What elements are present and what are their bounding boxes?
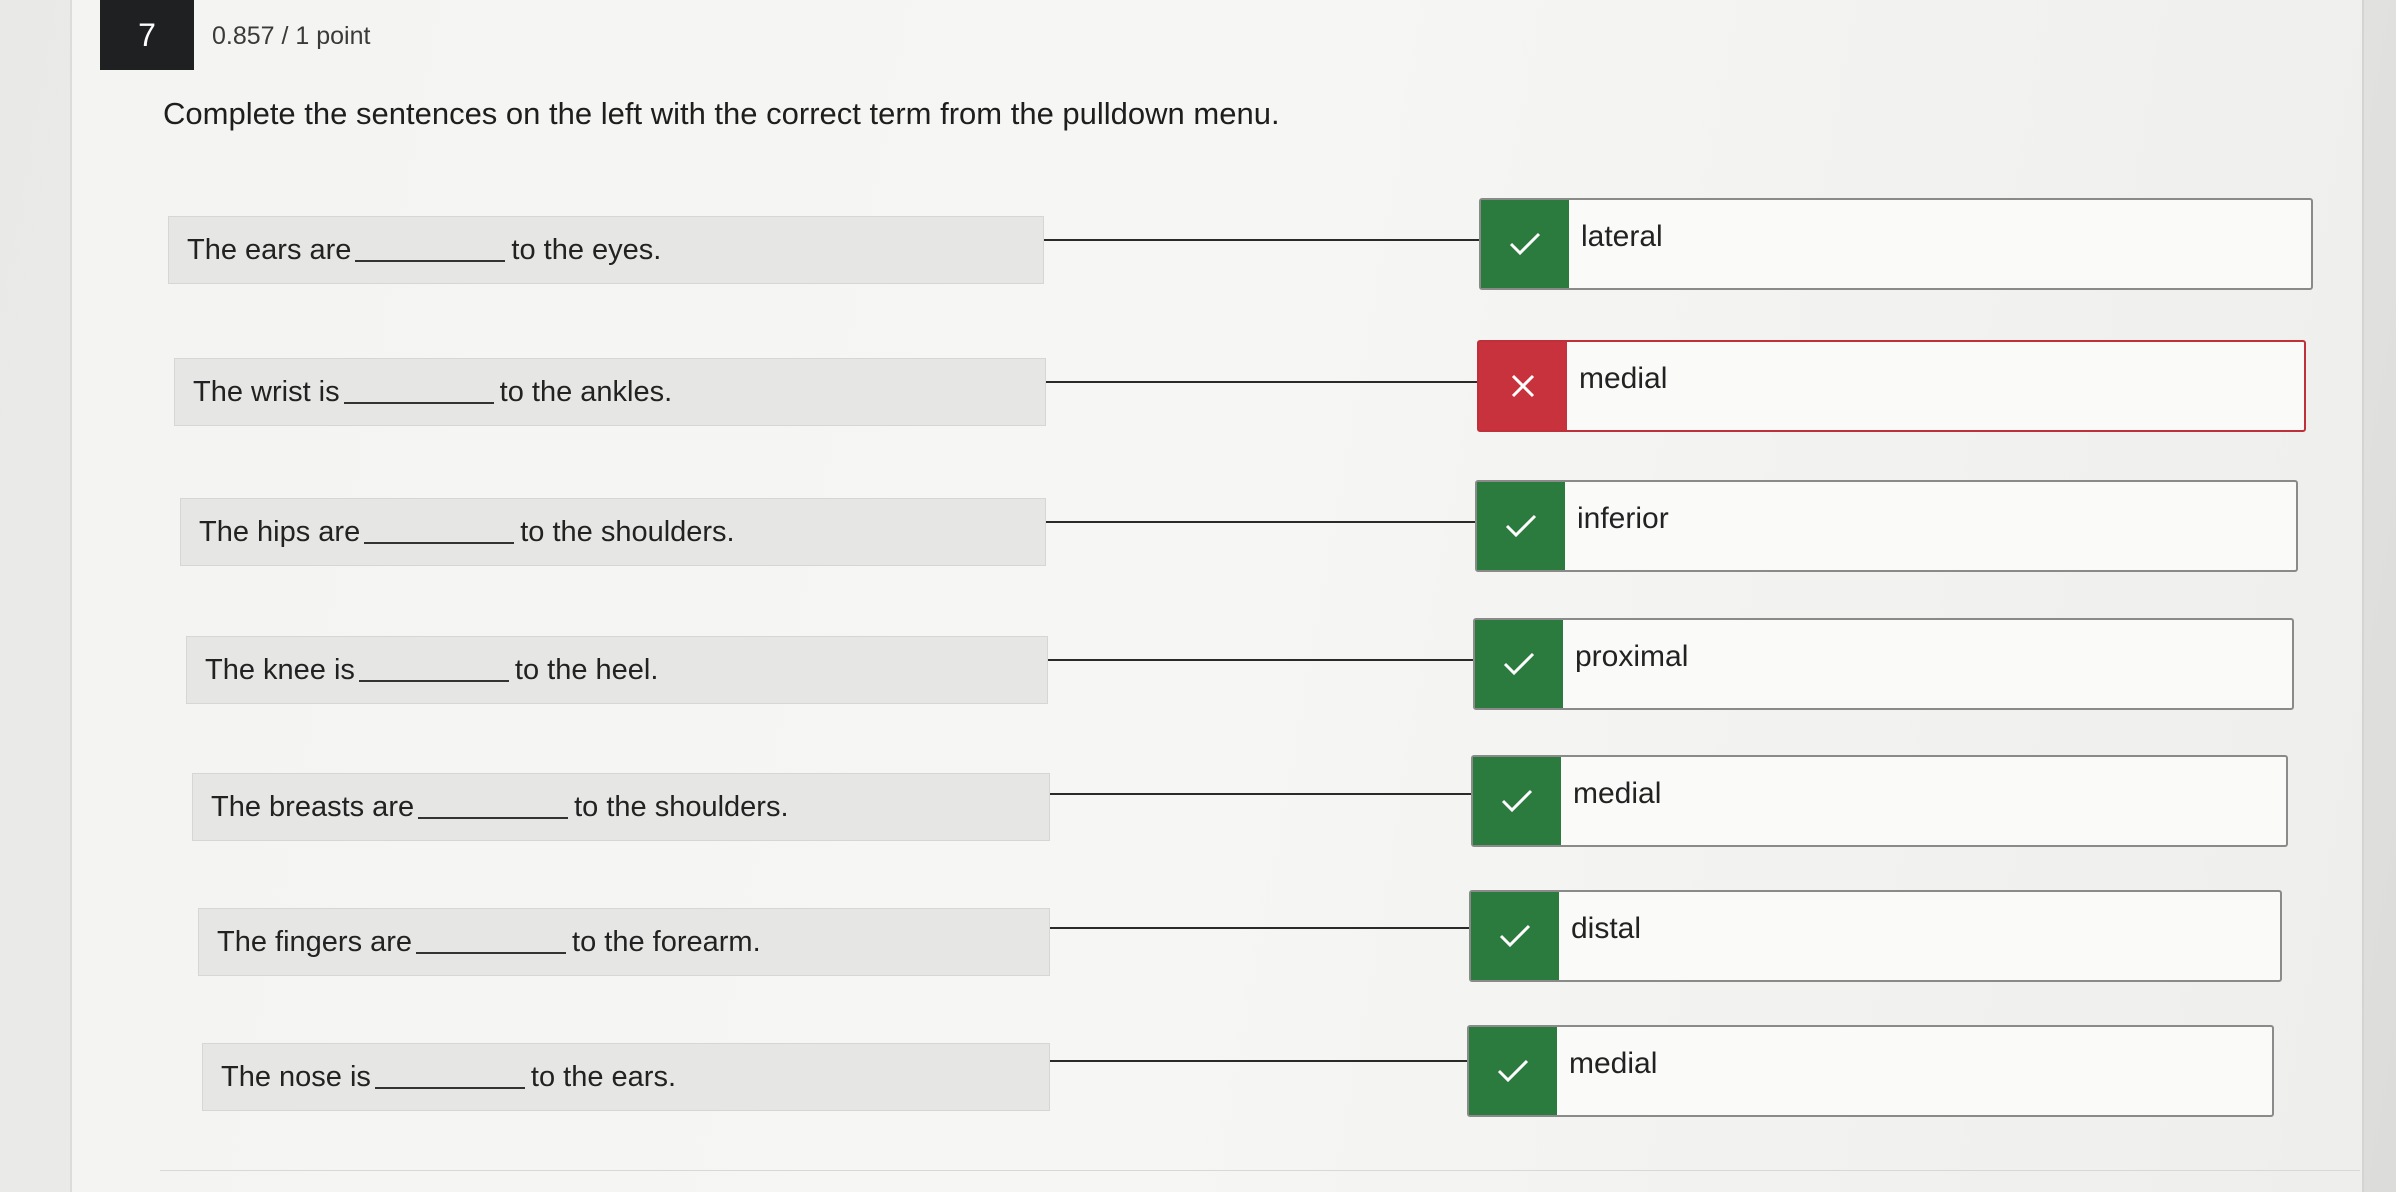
check-icon [1501,789,1533,813]
sentence-start: The wrist is [193,375,340,408]
correct-status [1477,482,1565,570]
sentence-blank [358,658,509,682]
correct-status [1471,892,1559,980]
sentence-box: The fingers are to the forearm. [198,908,1050,976]
section-divider [160,1170,2360,1171]
sentence-start: The knee is [205,653,355,686]
match-connector-line [1050,927,1470,929]
match-connector-line [1048,659,1474,661]
answer-select[interactable]: inferior [1475,480,2298,572]
sentence-end: to the shoulders. [520,515,735,548]
sentence-blank [374,1065,525,1089]
sentence-end: to the forearm. [572,925,761,958]
answer-value: inferior [1577,502,1669,535]
sentence-start: The hips are [199,515,361,548]
answer-select[interactable]: proximal [1473,618,2294,710]
check-icon [1503,652,1535,676]
sentence-box: The knee is to the heel. [186,636,1048,704]
answer-value: proximal [1575,640,1689,673]
check-icon [1509,232,1541,256]
sentence-end: to the ears. [530,1060,677,1093]
match-connector-line [1050,1060,1468,1062]
sentence-blank [416,930,567,954]
sentence-blank [355,238,506,262]
answer-select[interactable]: medial [1467,1025,2274,1117]
answer-select[interactable]: medial [1471,755,2288,847]
correct-status [1473,757,1561,845]
question-points: 0.857 / 1 point [212,22,371,50]
check-icon [1505,514,1537,538]
answer-select[interactable]: lateral [1479,198,2313,290]
correct-status [1481,200,1569,288]
match-connector-line [1044,239,1480,241]
sentence-blank [364,520,515,544]
sentence-box: The breasts are to the shoulders. [192,773,1050,841]
match-connector-line [1046,381,1478,383]
sentence-start: The breasts are [211,790,415,823]
answer-value: medial [1573,777,1662,810]
sentence-end: to the ankles. [499,375,673,408]
sentence-start: The ears are [187,233,352,266]
check-icon [1499,924,1531,948]
correct-status [1469,1027,1557,1115]
sentence-start: The fingers are [217,925,413,958]
answer-value: distal [1571,912,1642,945]
sentence-start: The nose is [221,1060,371,1093]
quiz-page [70,0,2364,1192]
sentence-box: The nose is to the ears. [202,1043,1050,1111]
matching-row: The hips are to the shoulders. inferior [0,480,2396,580]
sentence-blank [343,380,494,404]
answer-select[interactable]: distal [1469,890,2282,982]
sentence-end: to the eyes. [511,233,662,266]
answer-value: lateral [1581,220,1663,253]
matching-row: The breasts are to the shoulders. medial [0,755,2396,855]
answer-value: medial [1569,1047,1658,1080]
question-instructions: Complete the sentences on the left with … [163,96,1280,131]
match-connector-line [1046,521,1476,523]
answer-value: medial [1579,362,1668,395]
x-icon [1511,374,1535,398]
matching-row: The ears are to the eyes. lateral [0,198,2396,298]
sentence-end: to the heel. [514,653,659,686]
incorrect-status [1479,342,1567,430]
sentence-box: The ears are to the eyes. [168,216,1044,284]
matching-row: The nose is to the ears. medial [0,1025,2396,1125]
sentence-blank [418,795,569,819]
matching-row: The knee is to the heel. proximal [0,618,2396,718]
sentence-box: The wrist is to the ankles. [174,358,1046,426]
match-connector-line [1050,793,1472,795]
sentence-end: to the shoulders. [574,790,789,823]
question-number-badge: 7 [100,0,194,70]
check-icon [1497,1059,1529,1083]
sentence-box: The hips are to the shoulders. [180,498,1046,566]
correct-status [1475,620,1563,708]
matching-row: The fingers are to the forearm. distal [0,890,2396,990]
answer-select[interactable]: medial [1477,340,2306,432]
matching-row: The wrist is to the ankles. medial [0,340,2396,440]
